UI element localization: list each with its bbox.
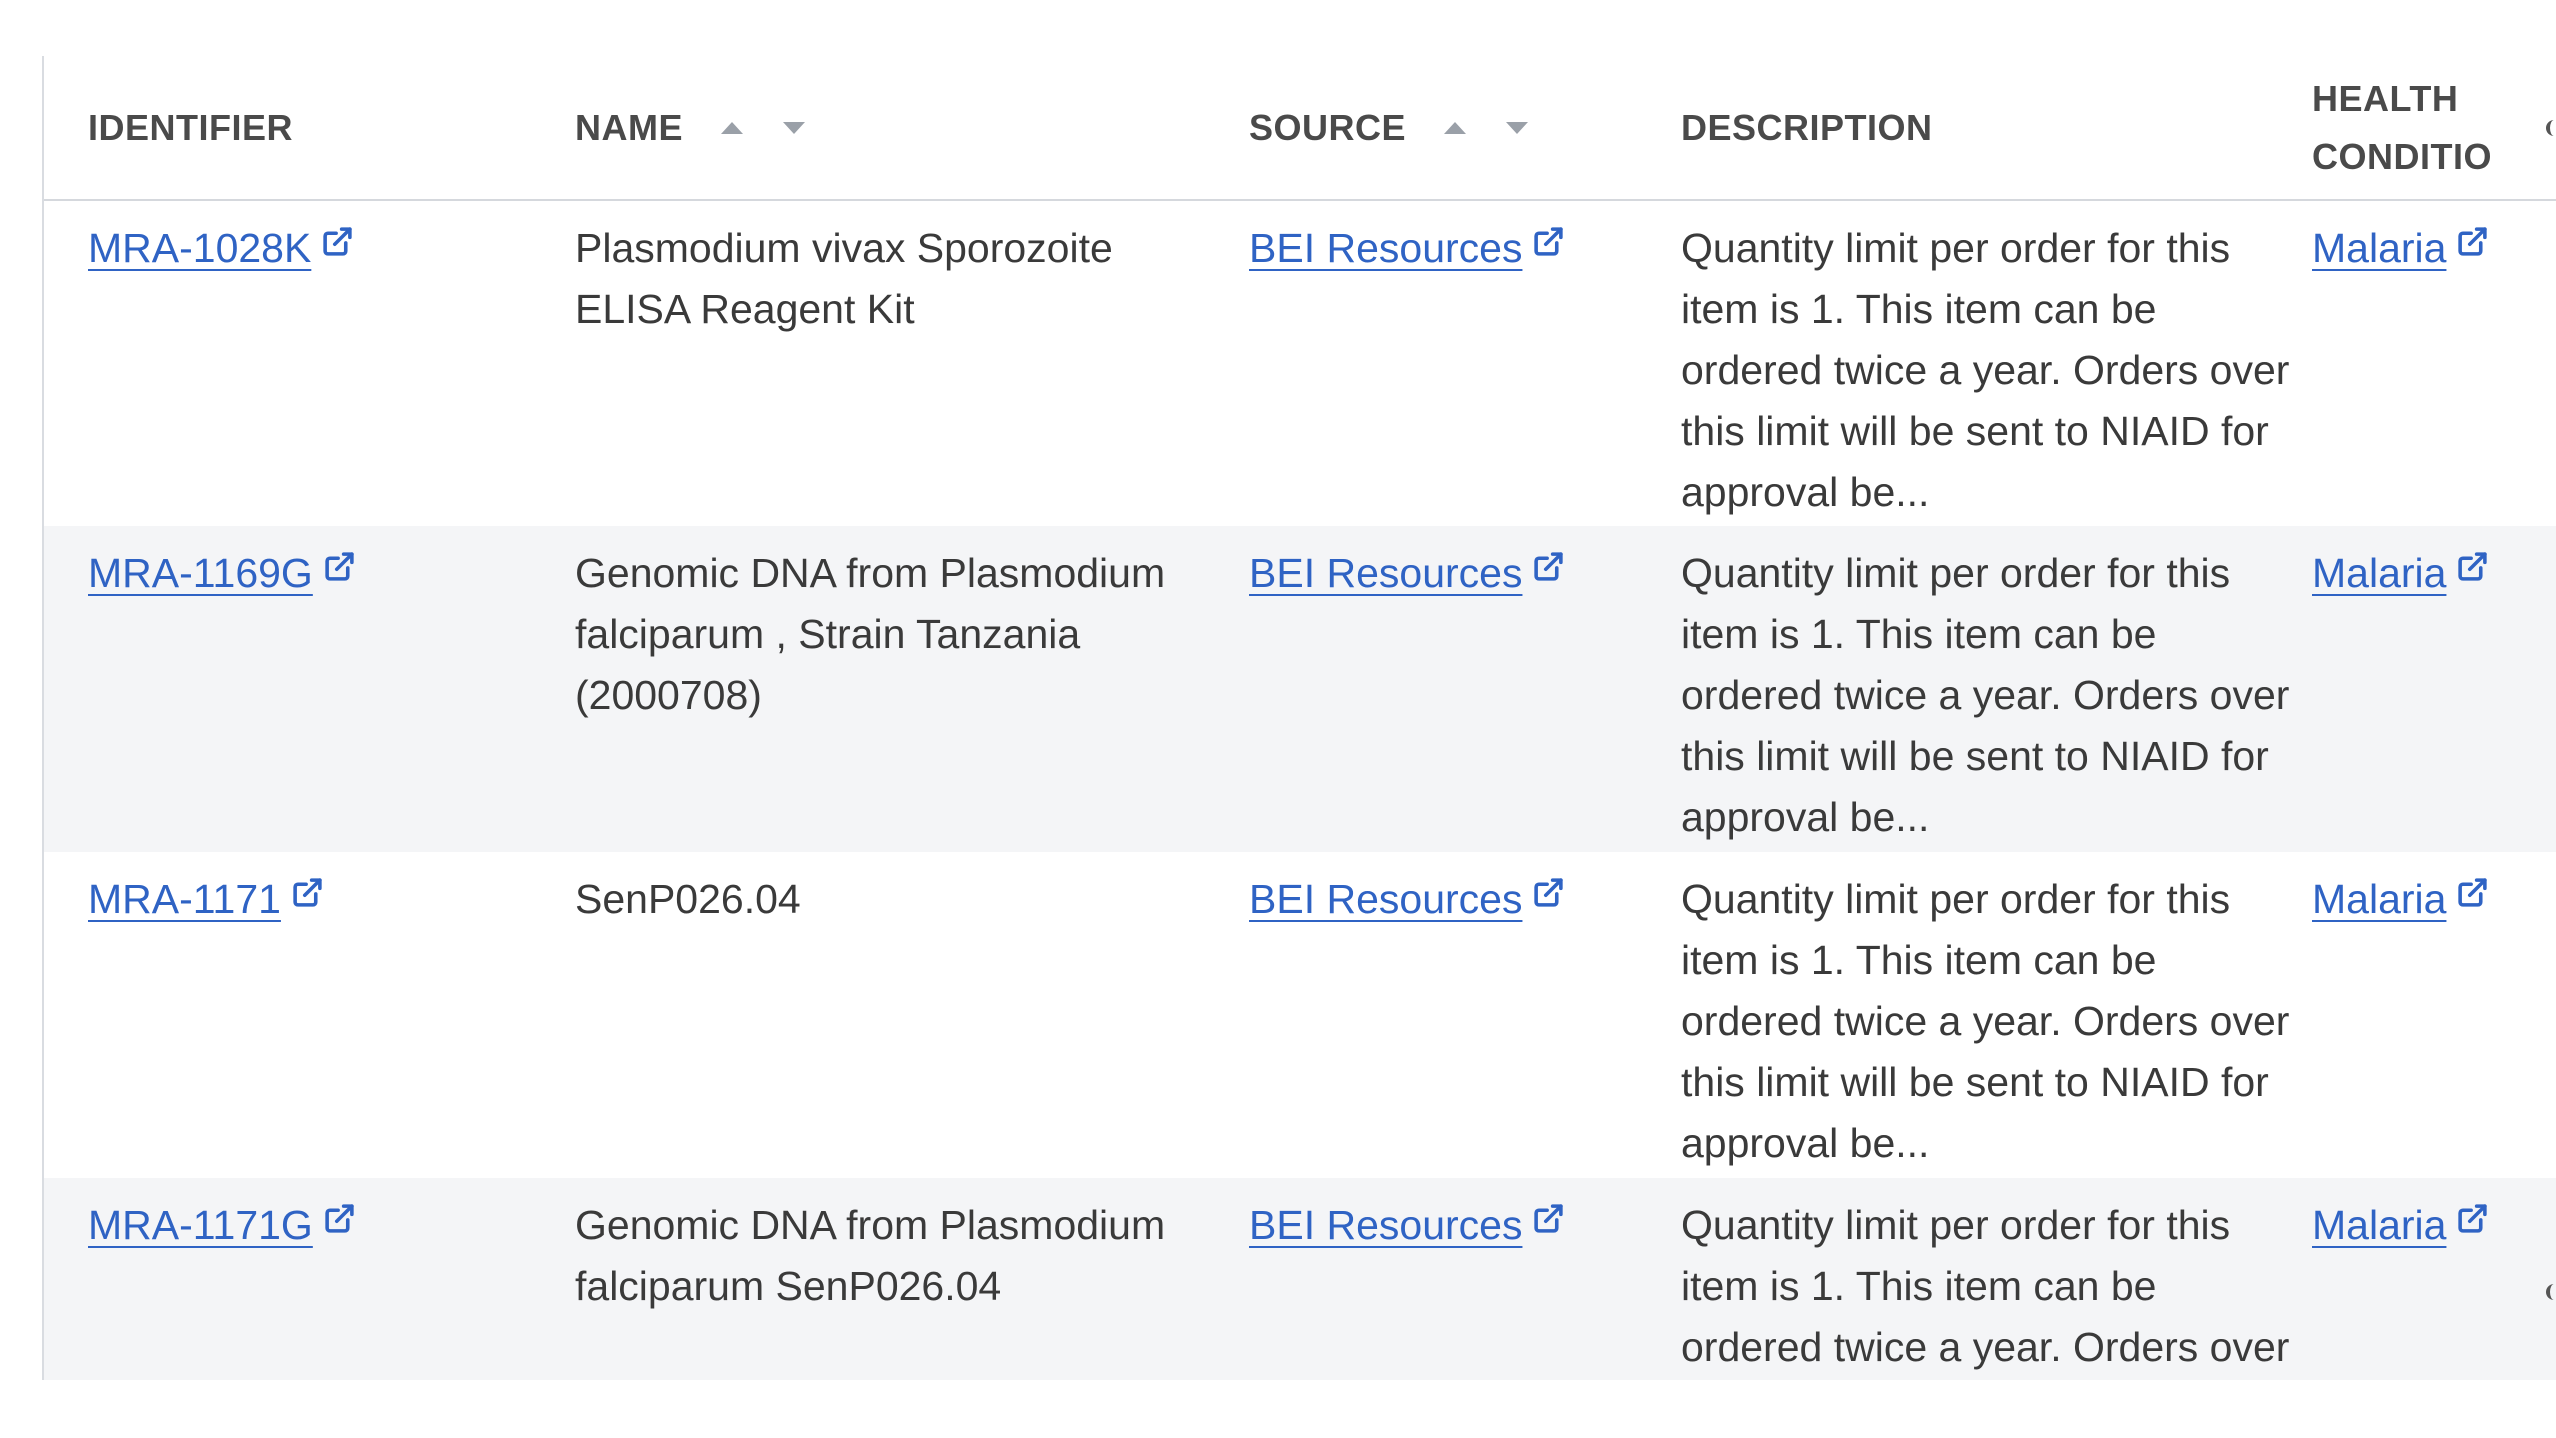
- sort-descending-icon[interactable]: [1506, 121, 1529, 134]
- cell-health-condition: Malaria: [2312, 852, 2556, 1178]
- results-table-container[interactable]: IDENTIFIER NAME SOURCE DESCRIPTION HEALT…: [42, 56, 2556, 1380]
- cell-name: Genomic DNA from Plasmodium falciparum S…: [531, 1178, 1205, 1380]
- source-link[interactable]: BEI Resources: [1249, 225, 1522, 271]
- table-header: IDENTIFIER NAME SOURCE DESCRIPTION HEALT…: [44, 56, 2556, 200]
- column-header-health-condition: HEALTH CONDITIO: [2312, 56, 2556, 200]
- table-row: MRA-1028K Plasmodium vivax Sporozoite EL…: [44, 200, 2556, 526]
- description-text: Quantity limit per order for this item i…: [1681, 1202, 2290, 1370]
- description-text: Quantity limit per order for this item i…: [1681, 876, 2290, 1166]
- cell-identifier: MRA-1169G: [44, 526, 531, 852]
- table-row: MRA-1169G Genomic DNA from Plasmodium fa…: [44, 526, 2556, 852]
- health-condition-link[interactable]: Malaria: [2312, 1202, 2446, 1248]
- identifier-link[interactable]: MRA-1169G: [88, 550, 313, 596]
- source-link[interactable]: BEI Resources: [1249, 550, 1522, 596]
- column-header-label-line: HEALTH: [2312, 77, 2459, 119]
- column-header-identifier: IDENTIFIER: [44, 56, 531, 200]
- column-header-label: DESCRIPTION: [1681, 106, 1933, 148]
- source-link[interactable]: BEI Resources: [1249, 1202, 1522, 1248]
- health-condition-text: Malaria: [2312, 550, 2447, 596]
- column-header-label-line: CONDITIO: [2312, 135, 2492, 177]
- sort-controls: [721, 121, 805, 134]
- cell-identifier: MRA-1028K: [44, 200, 531, 526]
- table-row: MRA-1171G Genomic DNA from Plasmodium fa…: [44, 1178, 2556, 1380]
- health-condition-text: Malaria: [2312, 876, 2447, 922]
- external-link-icon[interactable]: [1532, 550, 1565, 583]
- source-link[interactable]: BEI Resources: [1249, 876, 1522, 922]
- identifier-link[interactable]: MRA-1028K: [88, 225, 311, 271]
- cell-name: SenP026.04: [531, 852, 1205, 1178]
- identifier-text: MRA-1171G: [88, 1202, 313, 1248]
- column-header-label: SOURCE: [1249, 106, 1407, 148]
- sort-ascending-icon[interactable]: [1444, 121, 1467, 134]
- external-link-icon[interactable]: [2456, 1202, 2489, 1235]
- column-header-name[interactable]: NAME: [531, 56, 1205, 200]
- health-condition-text: Malaria: [2312, 1202, 2447, 1248]
- cell-health-condition: Malaria: [2312, 1178, 2556, 1380]
- cell-description: Quantity limit per order for this item i…: [1637, 526, 2312, 852]
- column-header-label: HEALTH CONDITIO: [2312, 70, 2532, 186]
- cell-health-condition: Malaria: [2312, 200, 2556, 526]
- column-header-description: DESCRIPTION: [1637, 56, 2312, 200]
- column-header-label: NAME: [575, 106, 683, 148]
- sort-controls: [1444, 121, 1529, 134]
- cell-description: Quantity limit per order for this item i…: [1637, 200, 2312, 526]
- external-link-icon[interactable]: [2456, 550, 2489, 583]
- description-text: Quantity limit per order for this item i…: [1681, 225, 2290, 515]
- external-link-icon[interactable]: [291, 876, 324, 909]
- sort-descending-icon[interactable]: [783, 121, 805, 134]
- description-text: Quantity limit per order for this item i…: [1681, 550, 2290, 840]
- cell-description: Quantity limit per order for this item i…: [1637, 852, 2312, 1178]
- external-link-icon[interactable]: [323, 1202, 356, 1235]
- identifier-text: MRA-1028K: [88, 225, 312, 271]
- sort-ascending-icon[interactable]: [721, 121, 743, 134]
- external-link-icon[interactable]: [323, 550, 356, 583]
- cell-source: BEI Resources: [1205, 200, 1637, 526]
- cell-source: BEI Resources: [1205, 1178, 1637, 1380]
- results-table: IDENTIFIER NAME SOURCE DESCRIPTION HEALT…: [44, 56, 2556, 1380]
- external-link-icon[interactable]: [321, 225, 354, 258]
- column-header-source[interactable]: SOURCE: [1205, 56, 1637, 200]
- identifier-text: MRA-1169G: [88, 550, 313, 596]
- name-text: Genomic DNA from Plasmodium falciparum S…: [575, 1202, 1166, 1309]
- table-body: MRA-1028K Plasmodium vivax Sporozoite EL…: [44, 200, 2556, 1380]
- cell-name: Genomic DNA from Plasmodium falciparum ,…: [531, 526, 1205, 852]
- cell-identifier: MRA-1171: [44, 852, 531, 1178]
- column-header-label: IDENTIFIER: [88, 106, 294, 148]
- cell-identifier: MRA-1171G: [44, 1178, 531, 1380]
- identifier-link[interactable]: MRA-1171G: [88, 1202, 313, 1248]
- health-condition-text: Malaria: [2312, 225, 2447, 271]
- cell-health-condition: Malaria: [2312, 526, 2556, 852]
- cell-description: Quantity limit per order for this item i…: [1637, 1178, 2312, 1380]
- health-condition-link[interactable]: Malaria: [2312, 550, 2446, 596]
- source-text: BEI Resources: [1249, 225, 1523, 271]
- name-text: SenP026.04: [575, 876, 801, 922]
- source-text: BEI Resources: [1249, 876, 1523, 922]
- external-link-icon[interactable]: [1532, 225, 1565, 258]
- source-text: BEI Resources: [1249, 1202, 1523, 1248]
- cell-name: Plasmodium vivax Sporozoite ELISA Reagen…: [531, 200, 1205, 526]
- cell-source: BEI Resources: [1205, 526, 1637, 852]
- external-link-icon[interactable]: [1532, 876, 1565, 909]
- identifier-text: MRA-1171: [88, 876, 281, 922]
- name-text: Genomic DNA from Plasmodium falciparum ,…: [575, 550, 1166, 718]
- external-link-icon[interactable]: [1532, 1202, 1565, 1235]
- name-text: Plasmodium vivax Sporozoite ELISA Reagen…: [575, 225, 1113, 332]
- source-text: BEI Resources: [1249, 550, 1523, 596]
- identifier-link[interactable]: MRA-1171: [88, 876, 281, 922]
- cell-source: BEI Resources: [1205, 852, 1637, 1178]
- health-condition-link[interactable]: Malaria: [2312, 876, 2446, 922]
- external-link-icon[interactable]: [2456, 225, 2489, 258]
- external-link-icon[interactable]: [2456, 876, 2489, 909]
- horizontal-scrollbar-edge[interactable]: [2546, 1284, 2556, 1300]
- health-condition-link[interactable]: Malaria: [2312, 225, 2446, 271]
- horizontal-scrollbar-edge[interactable]: [2546, 120, 2556, 136]
- table-row: MRA-1171 SenP026.04 BEI Resources Quanti…: [44, 852, 2556, 1178]
- header-row: IDENTIFIER NAME SOURCE DESCRIPTION HEALT…: [44, 56, 2556, 200]
